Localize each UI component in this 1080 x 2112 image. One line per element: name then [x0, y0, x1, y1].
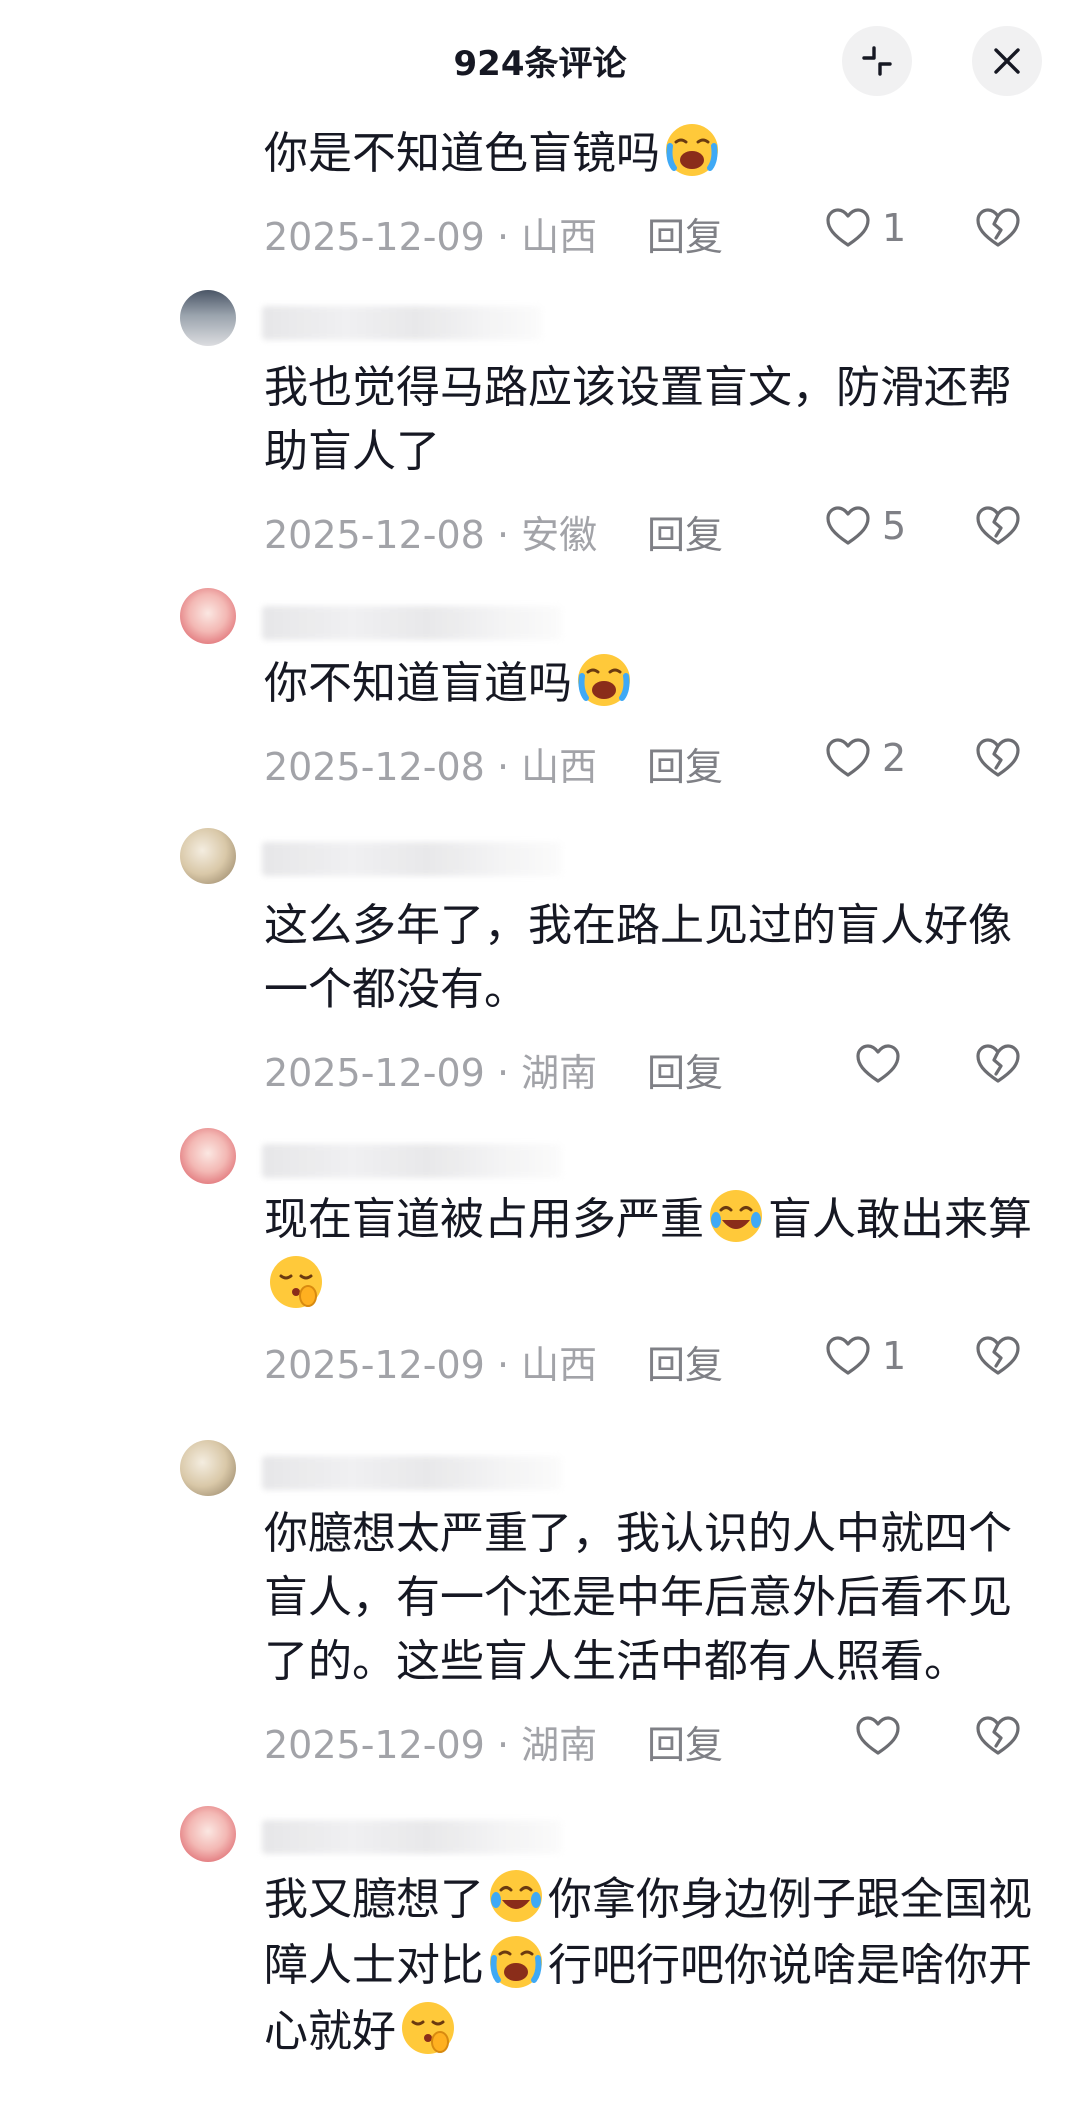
reply-button[interactable]: 回复	[647, 504, 723, 559]
comment-location: 安徽	[521, 513, 598, 557]
shushing-face-icon	[400, 2000, 456, 2056]
comment-text: 我又臆想了 你拿你身边例子跟全国视障人士对比 行吧行吧你说啥是啥你开心就好	[264, 1866, 1044, 2064]
comment-text: 现在盲道被占用多严重 盲人敢出来算	[264, 1186, 1044, 1318]
comment-meta: 2025-12-09 · 湖南 回复	[264, 1706, 1044, 1769]
comment-location: 湖南	[521, 1723, 598, 1767]
avatar[interactable]	[180, 828, 236, 884]
reply-button[interactable]: 回复	[647, 1714, 723, 1769]
close-icon	[994, 48, 1020, 74]
dislike-broken-heart-icon[interactable]	[974, 502, 1022, 550]
like-count: 1	[882, 206, 907, 250]
comment-date: 2025-12-09	[264, 1723, 485, 1767]
blurred-username[interactable]	[262, 1456, 562, 1490]
like-count: 2	[882, 736, 907, 780]
meta-separator: ·	[496, 215, 510, 259]
comment-date: 2025-12-09	[264, 1051, 485, 1095]
comment-text: 你是不知道色盲镜吗	[264, 120, 1044, 186]
comment-count-title: 924条评论	[453, 44, 627, 84]
reply-button[interactable]: 回复	[647, 1334, 723, 1389]
comment-meta: 2025-12-08 · 安徽 回复 5	[264, 496, 1044, 559]
collapse-icon	[862, 46, 892, 76]
like-heart-icon[interactable]	[854, 1040, 902, 1088]
tears-of-joy-face-icon	[708, 1188, 764, 1244]
comment-location: 山西	[521, 215, 598, 259]
comment-meta-line: 2025-12-09 · 湖南	[264, 1042, 597, 1097]
blurred-username[interactable]	[262, 1820, 562, 1854]
loudly-crying-face-icon	[574, 650, 634, 710]
comment-meta-line: 2025-12-08 · 山西	[264, 736, 597, 791]
comment-text: 我也觉得马路应该设置盲文，防滑还帮助盲人了	[264, 356, 1044, 484]
comment-text-segment: 现在盲道被占用多严重	[264, 1194, 704, 1245]
like-heart-icon[interactable]	[824, 734, 872, 782]
meta-separator: ·	[496, 1051, 510, 1095]
comment-text-segment: 你不知道盲道吗	[264, 658, 572, 709]
comment-meta: 2025-12-09 · 湖南 回复	[264, 1034, 1044, 1097]
comment-location: 山西	[521, 745, 598, 789]
tears-of-joy-face-icon	[488, 1868, 544, 1924]
avatar[interactable]	[180, 1440, 236, 1496]
comment-text-segment: 你臆想太严重了，我认识的人中就四个盲人，有一个还是中年后意外后看不见了的。这些盲…	[264, 1508, 1012, 1687]
avatar[interactable]	[180, 588, 236, 644]
reply-button[interactable]: 回复	[647, 736, 723, 791]
blurred-username[interactable]	[262, 842, 562, 876]
blurred-username[interactable]	[262, 1144, 562, 1178]
close-button[interactable]	[972, 26, 1042, 96]
like-heart-icon[interactable]	[824, 204, 872, 252]
like-count: 5	[882, 504, 907, 548]
like-heart-icon[interactable]	[824, 502, 872, 550]
comment-meta: 2025-12-09 · 山西 回复 1	[264, 198, 1044, 261]
shushing-face-icon	[268, 1254, 324, 1310]
comment-date: 2025-12-09	[264, 1343, 485, 1387]
comment-location: 山西	[521, 1343, 598, 1387]
comment-text: 你臆想太严重了，我认识的人中就四个盲人，有一个还是中年后意外后看不见了的。这些盲…	[264, 1502, 1044, 1694]
blurred-username[interactable]	[262, 606, 562, 640]
comment-meta-line: 2025-12-09 · 山西	[264, 206, 597, 261]
like-count: 1	[882, 1334, 907, 1378]
like-heart-icon[interactable]	[824, 1332, 872, 1380]
avatar[interactable]	[180, 290, 236, 346]
comment-meta-line: 2025-12-09 · 山西	[264, 1334, 597, 1389]
meta-separator: ·	[496, 1343, 510, 1387]
dislike-broken-heart-icon[interactable]	[974, 1712, 1022, 1760]
comment-text: 你不知道盲道吗	[264, 650, 1044, 716]
comments-header: 924条评论	[0, 0, 1080, 120]
comment-meta-line: 2025-12-09 · 湖南	[264, 1714, 597, 1769]
dislike-broken-heart-icon[interactable]	[974, 1332, 1022, 1380]
dislike-broken-heart-icon[interactable]	[974, 734, 1022, 782]
blurred-username[interactable]	[262, 306, 542, 340]
comment-meta-line: 2025-12-08 · 安徽	[264, 504, 597, 559]
avatar[interactable]	[180, 1806, 236, 1862]
comment-meta: 2025-12-09 · 山西 回复 1	[264, 1326, 1044, 1389]
comment-text-segment: 我又臆想了	[264, 1874, 484, 1925]
meta-separator: ·	[496, 745, 510, 789]
like-heart-icon[interactable]	[854, 1712, 902, 1760]
loudly-crying-face-icon	[486, 1932, 546, 1992]
reply-button[interactable]: 回复	[647, 1042, 723, 1097]
dislike-broken-heart-icon[interactable]	[974, 204, 1022, 252]
meta-separator: ·	[496, 513, 510, 557]
comment-date: 2025-12-08	[264, 745, 485, 789]
comment-text-segment: 盲人敢出来算	[768, 1194, 1032, 1245]
comment-date: 2025-12-09	[264, 215, 485, 259]
loudly-crying-face-icon	[662, 120, 722, 180]
avatar[interactable]	[180, 1128, 236, 1184]
collapse-button[interactable]	[842, 26, 912, 96]
comment-text-segment: 你是不知道色盲镜吗	[264, 128, 660, 179]
comment-meta: 2025-12-08 · 山西 回复 2	[264, 728, 1044, 791]
comment-text-segment: 我也觉得马路应该设置盲文，防滑还帮助盲人了	[264, 362, 1012, 477]
comment-date: 2025-12-08	[264, 513, 485, 557]
comment-text: 这么多年了，我在路上见过的盲人好像一个都没有。	[264, 894, 1044, 1022]
meta-separator: ·	[496, 1723, 510, 1767]
reply-button[interactable]: 回复	[647, 206, 723, 261]
comment-location: 湖南	[521, 1051, 598, 1095]
dislike-broken-heart-icon[interactable]	[974, 1040, 1022, 1088]
comment-text-segment: 这么多年了，我在路上见过的盲人好像一个都没有。	[264, 900, 1012, 1015]
